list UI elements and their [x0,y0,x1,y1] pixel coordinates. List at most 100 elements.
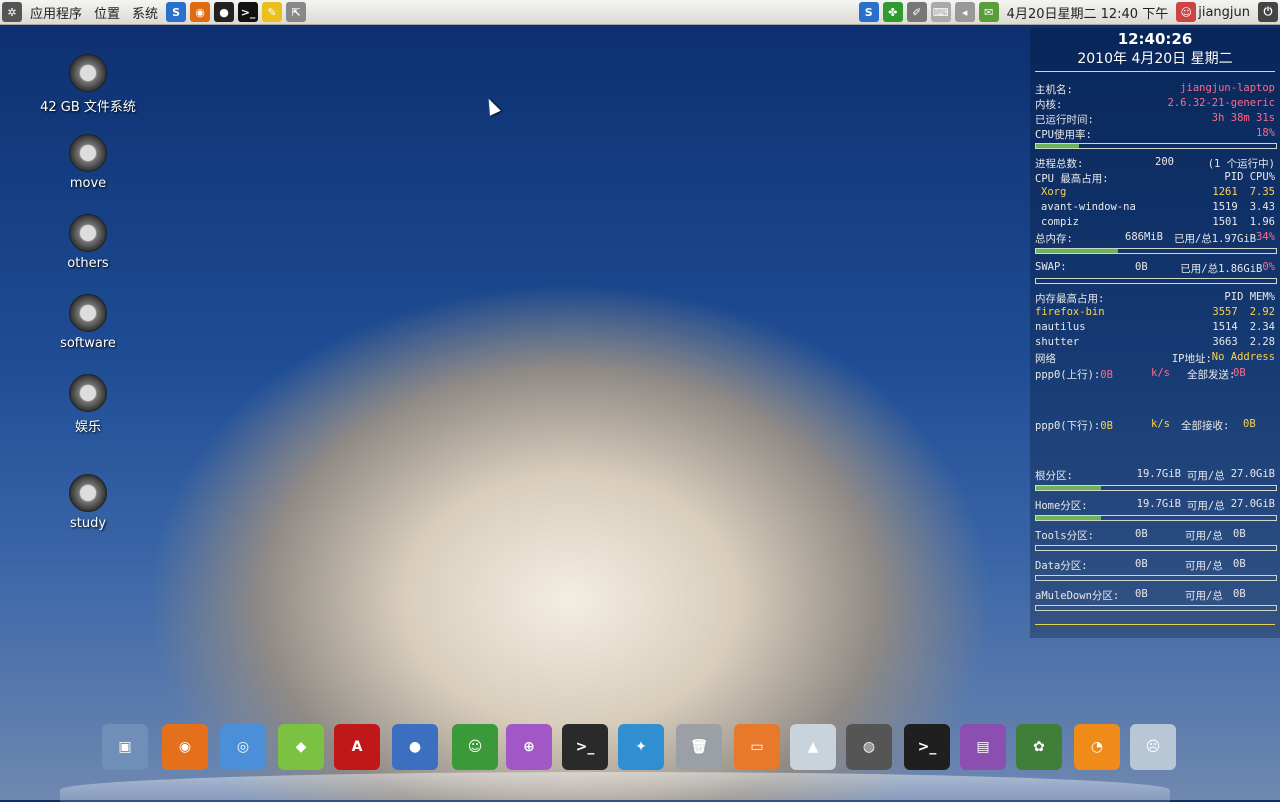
firefox-icon[interactable]: ◉ [162,724,208,770]
download-label: ppp0(下行): [1035,420,1101,432]
s-app-icon[interactable]: S [858,2,879,22]
desktop-icon-entertainment[interactable]: 娱乐 [28,374,148,435]
menu-applications[interactable]: 应用程序 [24,3,88,22]
ubuntu-software-icon[interactable]: ◆ [278,724,324,770]
disk-label: Data分区: [1035,560,1088,572]
keyboard-icon[interactable]: ⌨ [930,2,951,22]
disk-label: 根分区: [1035,470,1073,482]
upload-value: 0B [1100,369,1113,381]
volume-icon[interactable]: ◂ [954,2,975,22]
mem-top-val: 2.34 [1249,321,1275,333]
rss-icon[interactable]: ◔ [1074,724,1120,770]
green-clover-icon[interactable]: ✤ [882,2,903,22]
desktop-icon-filesystem[interactable]: 42 GB 文件系统 [28,54,148,115]
user-chat-icon: ☺ [1176,2,1197,22]
mem-total: 已用/总1.97GiB [1173,233,1257,245]
mem-top-name: nautilus [1035,321,1086,333]
disk-mid: 可用/总 [1185,560,1223,572]
mail-icon[interactable]: ✉ [978,2,999,22]
desktop-icon-label: move [69,176,107,191]
window-manager-icon[interactable]: ▤ [960,724,1006,770]
panel-clock[interactable]: 4月20日星期二 12:40 下午 [1001,3,1175,22]
cpu-top-val: 1.96 [1249,216,1275,228]
mem-top-val: 2.28 [1249,336,1275,348]
mem-used: 686MiB [1125,231,1163,243]
hostname-value: jiangjun-laptop [1180,82,1275,94]
disk-total: 27.0GiB [1230,468,1275,480]
terminal-icon[interactable]: >_ [562,724,608,770]
disk-free: 0B [1135,588,1148,600]
desktop-icon-move[interactable]: move [28,134,148,191]
top-panel-left: ✲ 应用程序 位置 系统 S ◉ ● >_ ✎ ⇱ [0,2,308,22]
desktop-icon-study[interactable]: study [28,474,148,531]
disk-total: 0B [1233,558,1246,570]
mem-label: 总内存: [1035,233,1073,245]
show-desktop-icon[interactable]: ▣ [102,724,148,770]
mountain-icon[interactable]: ▲ [790,724,836,770]
cpu-usage: 18% [1256,127,1275,139]
desktop-icon-label: others [67,256,109,271]
trash-icon[interactable]: 🗑 [676,724,722,770]
folder-icon[interactable]: ▭ [734,724,780,770]
drive-icon [69,134,107,172]
panel-username[interactable]: jiangjun [1198,5,1256,20]
turtle-icon[interactable]: ✿ [1016,724,1062,770]
menu-places[interactable]: 位置 [88,3,126,22]
disk-total: 0B [1233,528,1246,540]
proc-running: (1 个运行中) [1207,158,1275,170]
disk-bar [1035,515,1277,521]
terminal-icon-2[interactable]: >_ [904,724,950,770]
desktop-icon-others[interactable]: others [28,214,148,271]
terminal-icon[interactable]: >_ [238,2,259,22]
ubuntu-logo-icon[interactable]: ✲ [2,2,22,22]
download-total: 0B [1243,418,1256,430]
disk-free: 0B [1135,528,1148,540]
cpu-bar [1035,143,1277,149]
mem-top-pid: 3557 [1212,306,1238,318]
swirl-app-icon[interactable]: ✦ [618,724,664,770]
cpu-top-pid: 1261 [1212,186,1238,198]
download-value: 0B [1100,420,1113,432]
mem-pct: 34% [1256,231,1275,243]
drive-icon [69,54,107,92]
notes-icon[interactable]: ✎ [262,2,283,22]
cpu-top-label: CPU 最高占用: [1035,173,1109,185]
menu-system[interactable]: 系统 [126,3,164,22]
desktop-icon-label: 娱乐 [74,420,101,435]
chrome-icon[interactable]: ◎ [220,724,266,770]
mem-bar [1035,248,1277,254]
pen-icon[interactable]: ✐ [906,2,927,22]
download-unit: k/s [1151,418,1170,430]
screenshot-icon[interactable]: ⇱ [286,2,307,22]
hostname-label: 主机名: [1035,84,1073,96]
disk-mid: 可用/总 [1185,590,1223,602]
conky-monitor: 12:40:26 2010年 4月20日 星期二 主机名: jiangjun-la… [1030,28,1280,638]
power-icon[interactable]: ⏻ [1258,2,1278,22]
drive-icon [69,294,107,332]
disk-bar [1035,605,1277,611]
upload-unit: k/s [1151,367,1170,379]
upload-total: 0B [1233,367,1246,379]
desktop-icon-software[interactable]: software [28,294,148,351]
ip-value: No Address [1211,351,1275,363]
disk-bar [1035,575,1277,581]
mem-top-pid: 1514 [1212,321,1238,333]
browser-globe-icon[interactable]: ⊕ [506,724,552,770]
qq-penguin-icon[interactable]: ● [214,2,235,22]
firefox-icon[interactable]: ◉ [190,2,211,22]
pidgin-icon[interactable]: ● [392,724,438,770]
swap-used: 0B [1135,261,1148,273]
mem-top-label: 内存最高占用: [1035,293,1105,305]
desktop-icon-label: study [69,516,107,531]
uptime-value: 3h 38m 31s [1211,112,1275,124]
ip-label: IP地址: [1171,353,1212,365]
speaker-icon[interactable]: ◍ [846,724,892,770]
linux-tag-icon[interactable]: S [166,2,187,22]
adobe-reader-icon[interactable]: A [334,724,380,770]
sad-window-icon[interactable]: ☹ [1130,724,1176,770]
mouse-cursor [483,96,501,116]
conky-date: 2010年 4月20日 星期二 [1077,51,1233,67]
disk-bar-fill [1036,516,1101,520]
disk-total: 27.0GiB [1230,498,1275,510]
messenger-icon[interactable]: ☺ [452,724,498,770]
